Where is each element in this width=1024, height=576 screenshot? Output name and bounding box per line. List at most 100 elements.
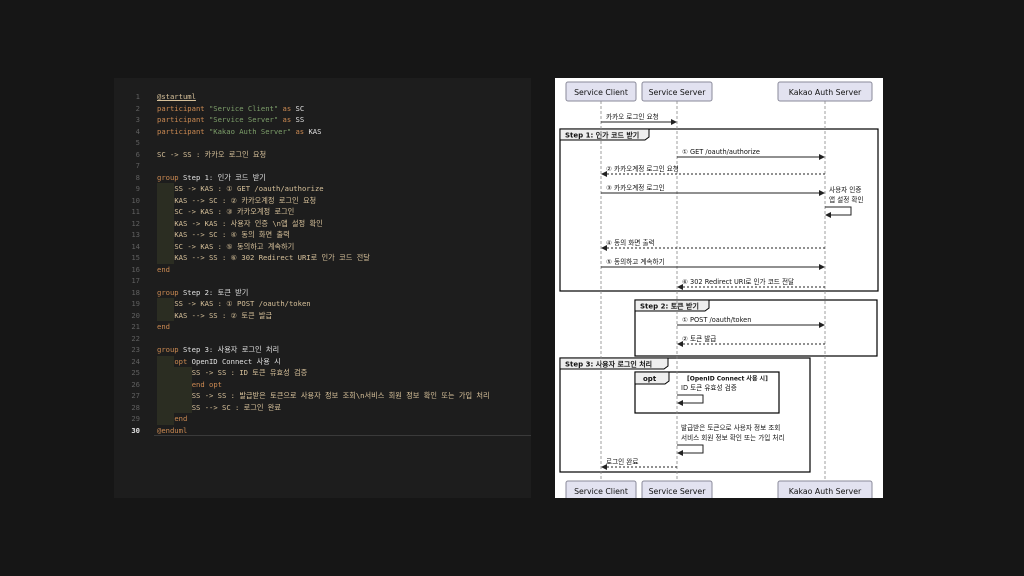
indent-guide [157,229,175,241]
line-number: 7 [135,161,140,170]
code-token: "Service Client" [208,103,279,113]
code-line[interactable]: 26 end opt [114,378,531,390]
code-text: SS -> SS : 발급받은 토큰으로 사용자 정보 조회\n서비스 회원 정… [192,390,490,402]
code-token: KAS --> SS : ② 토큰 발급 [174,310,273,320]
group-label: Step 3: 사용자 로그인 처리 [565,359,652,368]
message-label: ⑤ 동의하고 계속하기 [606,257,665,266]
code-line[interactable]: 25 SS -> SS : ID 토큰 유효성 검증 [114,367,531,379]
indent-guide [157,194,175,206]
code-line[interactable]: 4 participant "Kakao Auth Server" as KAS [114,126,531,138]
code-token: SC -> SS : 카카오 로그인 요청 [157,149,267,159]
code-token: end opt [191,379,223,389]
code-token: SS --> SC : 로그인 완료 [191,402,282,412]
code-token: KAS [308,126,322,136]
code-line[interactable]: 30 @enduml [114,425,531,436]
code-text: SS -> SS : ID 토큰 유효성 검증 [192,367,308,379]
opt-condition: [OpenID Connect 사용 시] [687,375,768,383]
code-text: KAS --> SC : ② 카카오계정 로그인 요청 [174,195,316,207]
code-text: SS -> KAS : ① GET /oauth/authorize [174,183,323,195]
self-arrow [677,394,704,406]
message-label: ⑥ 302 Redirect URI로 인가 코드 전달 [682,277,794,286]
code-line[interactable]: 10 KAS --> SC : ② 카카오계정 로그인 요청 [114,194,531,207]
code-text: participant "Service Server" as SS [157,114,304,126]
code-token: KAS --> SS : ⑥ 302 Redirect URI로 인가 코드 전… [174,253,370,262]
line-number: 4 [135,126,140,136]
code-line[interactable]: 8 group Step 1: 인가 코드 받기 [114,172,531,184]
indent-guide [157,206,175,218]
code-line[interactable]: 19 SS -> KAS : ① POST /oauth/token [114,298,531,310]
code-line[interactable]: 3 participant "Service Server" as SS [114,114,531,126]
line-number: 10 [131,195,140,205]
code-token: SS -> KAS : ① POST /oauth/token [174,299,311,308]
code-line[interactable]: 16 end [114,264,531,276]
code-line[interactable]: 13 KAS --> SC : ④ 동의 화면 출력 [114,229,531,241]
code-token: end [174,414,188,423]
code-line[interactable]: 28 SS --> SC : 로그인 완료 [114,401,531,413]
code-line[interactable]: 18 group Step 2: 토큰 받기 [114,287,531,299]
code-token: Step 2: 토큰 받기 [182,287,249,297]
indent-guide [174,390,192,402]
line-number: 29 [131,414,140,423]
code-line[interactable]: 15 KAS --> SS : ⑥ 302 Redirect URI로 인가 코드… [114,252,531,264]
code-line[interactable]: 5 [114,137,531,149]
self-arrow [825,206,852,218]
code-text: SC -> SS : 카카오 로그인 요청 [157,149,266,161]
line-number: 8 [135,172,140,182]
indent-guide [157,298,175,310]
code-token: as [291,126,309,136]
indent-guide [157,390,175,402]
line-number: 24 [131,356,140,366]
code-line[interactable]: 27 SS -> SS : 발급받은 토큰으로 사용자 정보 조회\n서비스 회원… [114,390,531,402]
code-line[interactable]: 22 [114,333,531,345]
line-number: 14 [131,241,140,251]
code-line[interactable]: 1 @startuml [114,91,531,103]
code-line[interactable]: 2 participant "Service Client" as SC [114,103,531,115]
code-token: SC -> KAS : ⑤ 동의하고 계속하기 [174,241,295,251]
code-line[interactable]: 9 SS -> KAS : ① GET /oauth/authorize [114,183,531,195]
code-token: SS [295,115,305,124]
line-number: 11 [131,207,140,216]
indent-guide [174,401,192,413]
code-token: as [278,103,296,113]
code-line[interactable]: 21 end [114,321,531,333]
code-token: opt [174,356,192,366]
code-token: group [157,345,183,354]
message-label: 앱 설정 확인 [829,195,864,204]
line-number: 3 [135,115,140,124]
indent-guide [157,413,175,425]
code-text: end [157,321,170,333]
message-label: ③ 카카오계정 로그인 [606,183,665,192]
code-token: SC [295,103,305,113]
code-token: group [157,172,183,182]
indent-guide [157,378,175,390]
code-line[interactable]: 7 [114,160,531,172]
code-text: KAS --> SC : ④ 동의 화면 출력 [174,229,289,241]
code-text: SS -> KAS : ① POST /oauth/token [174,298,310,310]
message-label: ① POST /oauth/token [682,316,751,324]
code-line[interactable]: 12 KAS -> KAS : 사용자 인증 \n앱 설정 확인 [114,217,531,229]
code-token: Step 1: 인가 코드 받기 [182,172,266,182]
code-line[interactable]: 24 opt OpenID Connect 사용 시 [114,355,531,367]
code-token: KAS -> KAS : 사용자 인증 \n앱 설정 확인 [174,218,323,228]
code-line[interactable]: 17 [114,275,531,287]
code-line[interactable]: 20 KAS --> SS : ② 토큰 발급 [114,309,531,321]
message-label: 발급받은 토큰으로 사용자 정보 조회 [681,423,780,432]
line-number: 26 [131,379,140,389]
message-label: ID 토큰 유효성 검증 [681,383,737,392]
line-number: 27 [131,391,140,400]
group-label: Step 1: 인가 코드 받기 [565,130,639,139]
indent-guide [157,217,175,229]
code-line[interactable]: 11 SC -> KAS : ③ 카카오계정 로그인 [114,206,531,218]
code-text: participant "Service Client" as SC [157,103,304,115]
line-number: 23 [131,345,140,354]
opt-label: opt [643,375,657,383]
code-editor[interactable]: 1 @startuml 2 participant "Service Client" … [114,78,531,498]
code-token: SS -> KAS : ① GET /oauth/authorize [174,184,324,193]
line-number: 15 [131,253,140,262]
code-line[interactable]: 6 SC -> SS : 카카오 로그인 요청 [114,149,531,161]
code-line[interactable]: 23 group Step 3: 사용자 로그인 처리 [114,344,531,356]
message-label: ② 카카오계정 로그인 요청 [606,164,679,173]
code-text: end [157,264,170,276]
code-line[interactable]: 29 end [114,413,531,425]
code-line[interactable]: 14 SC -> KAS : ⑤ 동의하고 계속하기 [114,240,531,252]
